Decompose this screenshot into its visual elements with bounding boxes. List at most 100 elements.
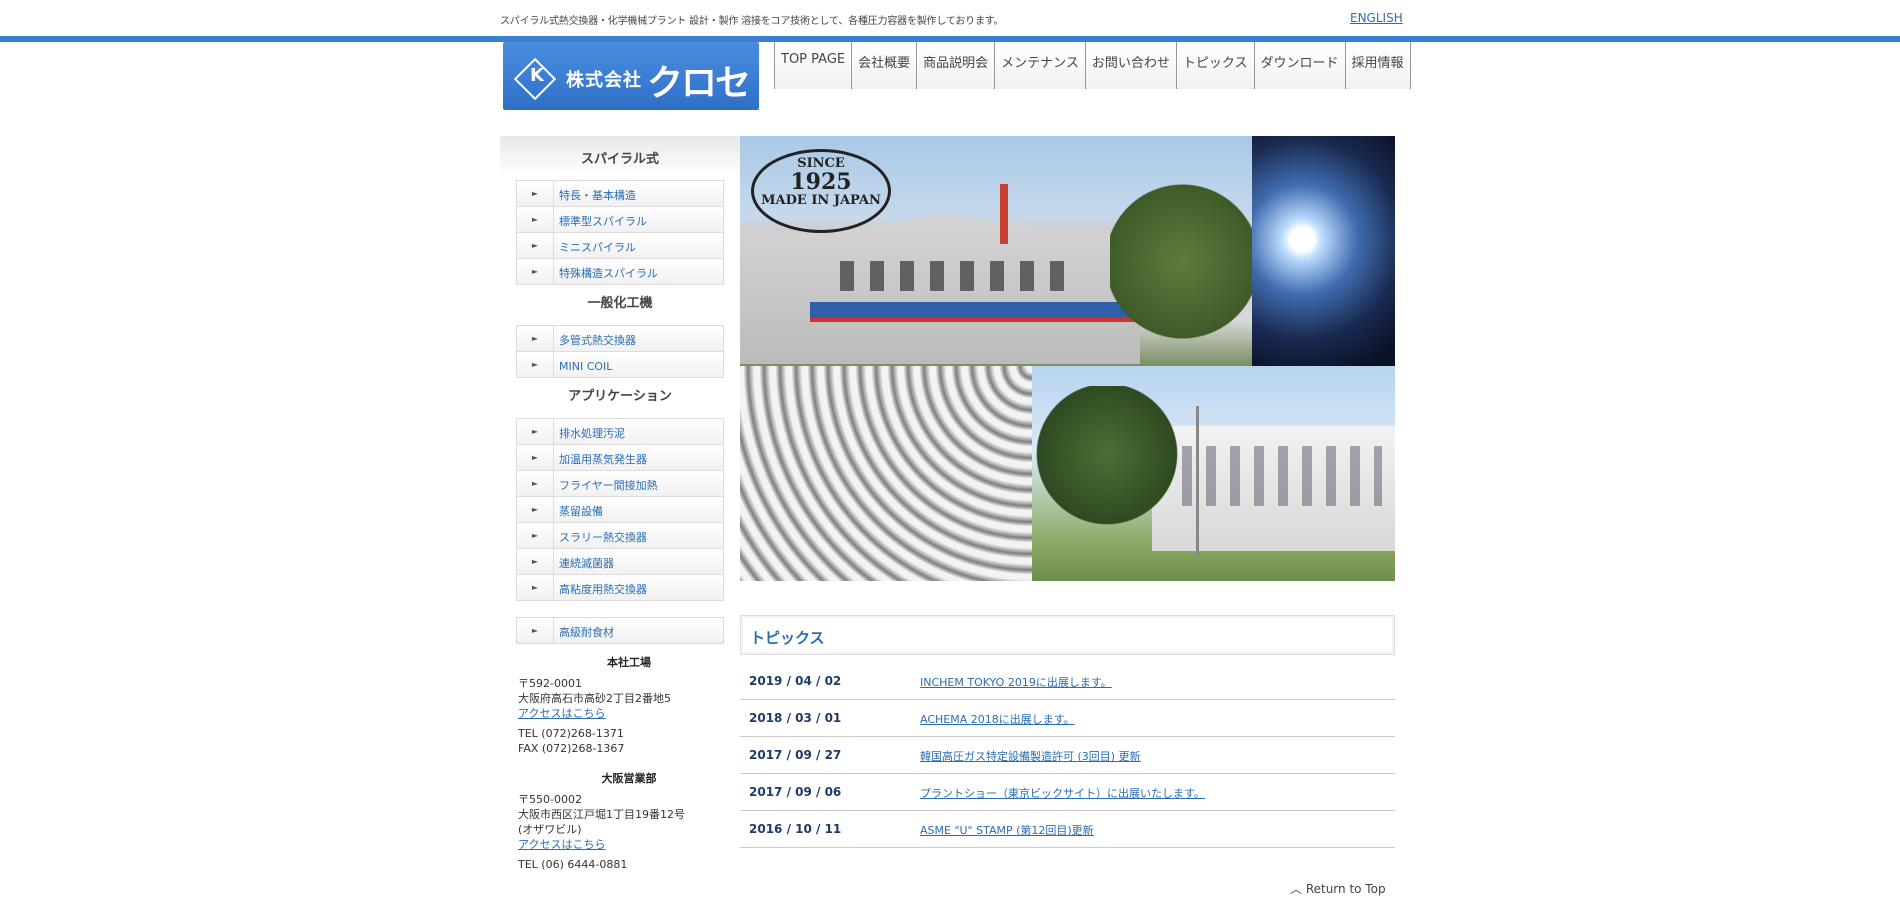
list-item: 2019 / 04 / 02 INCHEM TOKYO 2019に出展します。 [740,663,1395,700]
topics-title: トピックス [750,629,825,647]
nav-top-page[interactable]: TOP PAGE [774,42,852,89]
sidebar-item-label[interactable]: 標準型スパイラル [554,210,647,229]
topics-list: 2019 / 04 / 02 INCHEM TOKYO 2019に出展します。 … [740,663,1395,848]
sidebar-item-label[interactable]: スラリー熱交換器 [554,526,647,545]
topic-date: 2016 / 10 / 11 [749,822,842,836]
topic-link[interactable]: 韓国高圧ガス特定設備製造許可 (3回目) 更新 [920,748,1141,764]
list-item: 2017 / 09 / 06 プラントショー（東京ビックサイト）に出展いたします… [740,774,1395,811]
nav-product-seminar[interactable]: 商品説明会 [916,42,995,89]
sidebar-item-label[interactable]: 連続滅菌器 [554,552,614,571]
sidebar-item-label[interactable]: 加温用蒸気発生器 [554,448,647,467]
address-block: 本社工場 〒592-0001 大阪府高石市高砂2丁目2番地5 アクセスはこちら … [500,654,740,872]
fax: FAX (072)268-1367 [518,742,625,755]
sidebar-item[interactable]: ► 加温用蒸気発生器 [517,445,723,471]
nav-company[interactable]: 会社概要 [851,42,917,89]
address-line: 大阪府高石市高砂2丁目2番地5 [518,692,671,705]
address-line: 大阪市西区江戸堀1丁目19番12号 [518,808,685,821]
arrow-right-icon: ► [517,259,554,284]
topic-link[interactable]: ASME "U" STAMP (第12回目)更新 [920,822,1094,838]
sidebar-item-label[interactable]: 特殊構造スパイラル [554,262,658,281]
sidebar-item[interactable]: ► フライヤー間接加熱 [517,471,723,497]
sidebar-item[interactable]: ► 標準型スパイラル [517,207,723,233]
tel: TEL (06) 6444-0881 [518,858,628,871]
sidebar-item-label[interactable]: フライヤー間接加熱 [554,474,658,493]
welding-photo [1252,136,1395,366]
sidebar-section-title: スパイラル式 [500,136,740,176]
access-link[interactable]: アクセスはこちら [518,838,605,851]
arrow-right-icon: ► [517,181,554,206]
list-item: 2018 / 03 / 01 ACHEMA 2018に出展します。 [740,700,1395,737]
address-heading: 本社工場 [607,656,651,669]
tel: TEL (072)268-1371 [518,727,624,740]
sidebar-item-label[interactable]: ミニスパイラル [554,236,636,255]
arrow-right-icon: ► [517,233,554,258]
topic-date: 2019 / 04 / 02 [749,674,842,688]
sidebar-item[interactable]: ► 高粘度用熱交換器 [517,575,723,600]
sidebar-item[interactable]: ► 高級耐食材 [517,618,723,643]
sidebar-item-label[interactable]: 蒸留設備 [554,500,603,519]
arrow-right-icon: ► [517,575,554,600]
sidebar-item-label[interactable]: 排水処理汚泥 [554,422,625,441]
nav-recruit[interactable]: 採用情報 [1344,42,1411,89]
sidebar-item-label[interactable]: MINI COIL [554,357,612,373]
return-to-top-link[interactable]: ︿ Return to Top [1290,880,1386,897]
sidebar-item[interactable]: ► 連続滅菌器 [517,549,723,575]
spiral-coil-photo [740,366,1032,581]
topic-link[interactable]: INCHEM TOKYO 2019に出展します。 [920,674,1112,690]
arrow-right-icon: ► [517,419,554,444]
arrow-right-icon: ► [517,549,554,574]
sidebar-item-label[interactable]: 高級耐食材 [554,621,614,640]
sidebar-section-title: アプリケーション [568,389,672,404]
since-1925-stamp: SINCE 1925 MADE IN JAPAN [751,149,891,233]
topics-header: トピックス [740,615,1395,655]
topic-link[interactable]: プラントショー（東京ビックサイト）に出展いたします。 [920,785,1205,801]
sidebar-item-label[interactable]: 特長・基本構造 [554,184,636,203]
arrow-right-icon: ► [517,352,554,377]
sidebar-list: ► 高級耐食材 [516,617,724,644]
sidebar-list: ► 特長・基本構造 ► 標準型スパイラル ► ミニスパイラル ► 特殊構造スパイラル [516,180,724,285]
arrow-right-icon: ► [517,326,554,351]
topic-date: 2017 / 09 / 27 [749,748,842,762]
sidebar: スパイラル式 ► 特長・基本構造 ► 標準型スパイラル ► ミニスパイラル ► 特殊構造… [500,136,740,872]
sidebar-item[interactable]: ► 特長・基本構造 [517,181,723,207]
sidebar-item[interactable]: ► 多管式熱交換器 [517,326,723,352]
factory-photo: SINCE 1925 MADE IN JAPAN [740,136,1252,366]
sidebar-item-label[interactable]: 高粘度用熱交換器 [554,578,647,597]
top-bar: スパイラル式熱交換器・化学機械プラント 設計・製作 溶接をコア技術として、各種圧… [0,0,1900,36]
sidebar-item[interactable]: ► 排水処理汚泥 [517,419,723,445]
tagline: スパイラル式熱交換器・化学機械プラント 設計・製作 溶接をコア技術として、各種圧… [500,16,1004,27]
topic-date: 2017 / 09 / 06 [749,785,842,799]
arrow-right-icon: ► [517,207,554,232]
sidebar-item[interactable]: ► 蒸留設備 [517,497,723,523]
main-nav: TOP PAGE 会社概要 商品説明会 メンテナンス お問い合わせ トピックス … [774,42,1411,89]
access-link[interactable]: アクセスはこちら [518,707,605,720]
sidebar-item-label[interactable]: 多管式熱交換器 [554,329,636,348]
postal-code: 〒592-0001 [518,677,582,690]
arrow-right-icon: ► [517,523,554,548]
english-link[interactable]: ENGLISH [1350,11,1403,25]
arrow-right-icon: ► [517,471,554,496]
topic-date: 2018 / 03 / 01 [749,711,842,725]
address-heading: 大阪営業部 [601,772,657,785]
nav-topics[interactable]: トピックス [1175,42,1254,89]
sidebar-item[interactable]: ► ミニスパイラル [517,233,723,259]
logo-company-type: 株式会社 [566,70,642,91]
list-item: 2016 / 10 / 11 ASME "U" STAMP (第12回目)更新 [740,811,1395,848]
sidebar-item[interactable]: ► 特殊構造スパイラル [517,259,723,284]
logo-name: クロセ [647,63,751,104]
nav-maintenance[interactable]: メンテナンス [994,42,1085,89]
postal-code: 〒550-0002 [518,793,582,806]
sidebar-list: ► 排水処理汚泥 ► 加温用蒸気発生器 ► フライヤー間接加熱 ► 蒸留設備 ► スラリー… [516,418,724,601]
building-name: (オザワビル) [518,823,582,836]
nav-contact[interactable]: お問い合わせ [1084,42,1176,89]
sidebar-list: ► 多管式熱交換器 ► MINI COIL [516,325,724,378]
sidebar-item[interactable]: ► スラリー熱交換器 [517,523,723,549]
nav-download[interactable]: ダウンロード [1253,42,1345,89]
arrow-right-icon: ► [517,618,554,643]
company-logo[interactable]: K 株式会社 クロセ [503,42,759,110]
office-building-photo [1032,366,1395,581]
logo-mark: K [530,65,544,86]
topic-link[interactable]: ACHEMA 2018に出展します。 [920,711,1075,727]
arrow-right-icon: ► [517,497,554,522]
sidebar-item[interactable]: ► MINI COIL [517,352,723,377]
